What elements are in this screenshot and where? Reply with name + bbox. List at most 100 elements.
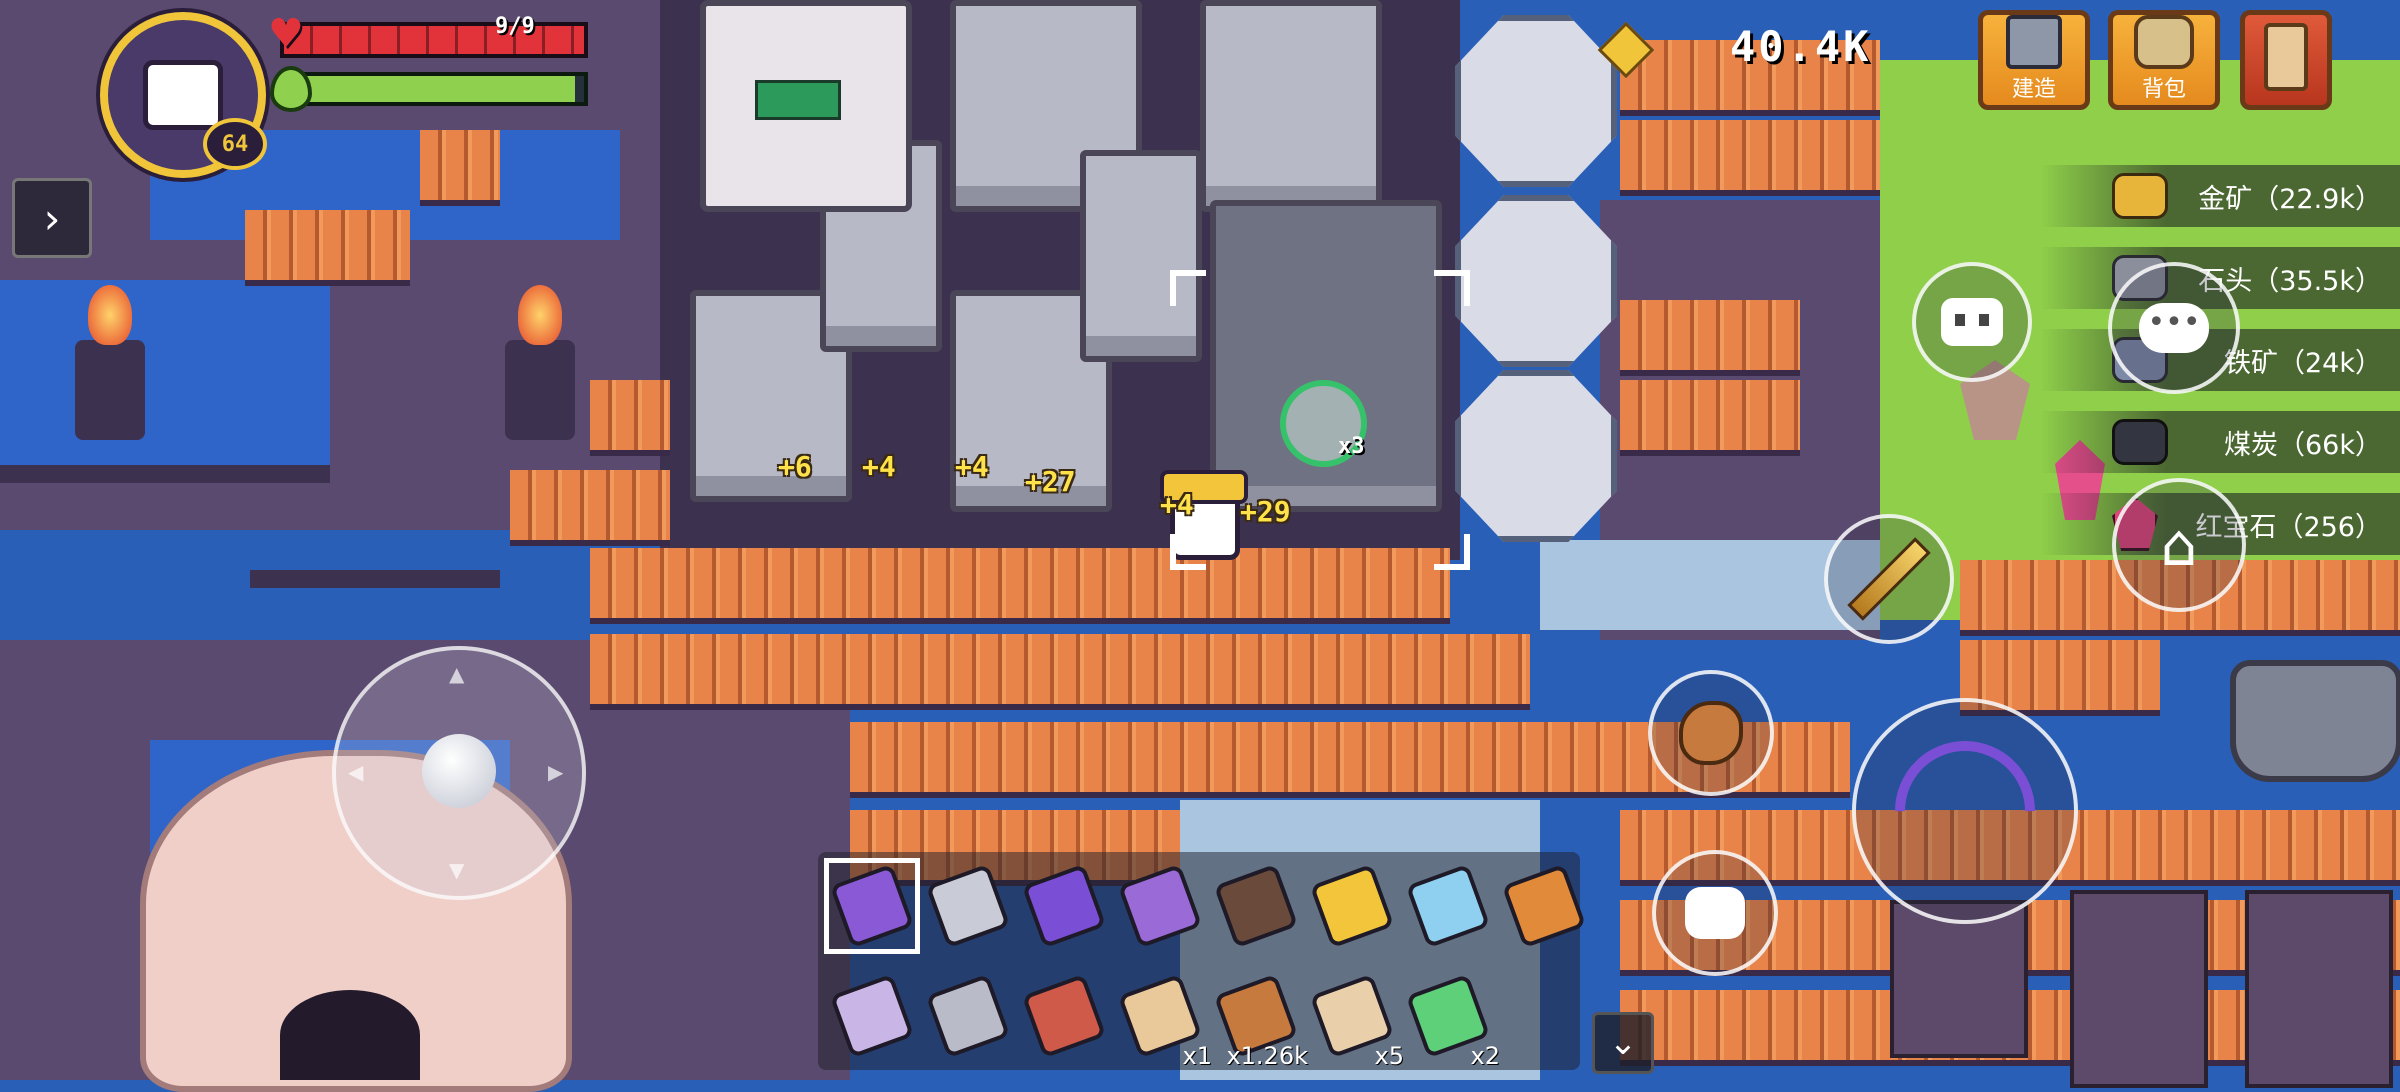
torch-flame <box>518 285 562 345</box>
joystick-arrow-right-icon: ▶ <box>548 760 564 784</box>
joystick-arrow-down-icon: ▼ <box>449 858 465 882</box>
generator-display <box>755 80 841 120</box>
hotbar-slot[interactable] <box>1496 858 1592 954</box>
gold-ore-icon <box>2112 173 2168 219</box>
ice-staff-icon <box>1405 863 1491 949</box>
storage-shelf <box>2070 890 2208 1088</box>
energy-drop-icon <box>270 66 312 112</box>
plank-bridge <box>420 130 500 206</box>
shovel-icon <box>925 863 1011 949</box>
resource-label: 金矿（22.9k） <box>2198 183 2382 215</box>
hotbar-slot[interactable] <box>920 858 1016 954</box>
plank-bridge <box>510 470 670 546</box>
joystick-arrow-up-icon: ▲ <box>449 662 465 686</box>
currency-amount: 40.4K <box>1730 22 1872 71</box>
marker-count: x3 <box>1338 434 1365 459</box>
resource-gain-popup: +4 <box>862 450 896 483</box>
sword-icon <box>1309 863 1395 949</box>
resource-gain-popup: +27 <box>1025 465 1076 498</box>
fishing-rod-icon <box>1021 973 1107 1059</box>
bow-icon <box>1117 863 1203 949</box>
stone-ledge <box>250 570 500 588</box>
hotbar-slot[interactable]: x2 <box>1400 968 1500 1070</box>
resource-row-coal[interactable]: 煤炭（66k） <box>2040 411 2400 473</box>
build-hammer-icon <box>2006 15 2062 69</box>
pickaxe-icon <box>829 863 915 949</box>
quest-scroll-button[interactable] <box>2240 10 2332 110</box>
hotbar-slot-count: x1.26k <box>1226 1042 1308 1070</box>
chat-button[interactable]: ••• <box>2108 262 2240 394</box>
avatar-face <box>143 60 223 130</box>
plank-bridge <box>590 634 1530 710</box>
heart-icon: ♥ <box>268 11 304 57</box>
resource-label: 铁矿（24k） <box>2224 347 2382 379</box>
hotbar: x1 x1.26k x5 x2 <box>818 852 1587 1070</box>
resource-gain-popup: +6 <box>778 450 812 483</box>
home-cancel-button[interactable]: ⌂ <box>2112 478 2246 612</box>
meat-icon <box>1679 701 1743 765</box>
stone-ledge <box>0 465 330 483</box>
hotbar-slot[interactable]: x1 <box>1112 968 1212 1070</box>
hotbar-slot[interactable] <box>1400 858 1496 954</box>
hotbar-slot[interactable] <box>1016 858 1112 954</box>
plank-bridge <box>1620 300 1800 376</box>
hotbar-slot[interactable] <box>1208 858 1304 954</box>
hotbar-slot[interactable] <box>1112 858 1208 954</box>
resource-label: 煤炭（66k） <box>2224 429 2382 461</box>
side-panel-toggle[interactable]: › <box>12 178 92 258</box>
eat-food-button[interactable] <box>1648 670 1774 796</box>
health-text: 9/9 <box>495 14 535 39</box>
energy-bar <box>285 72 588 106</box>
resource-gain-popup: +29 <box>1240 495 1291 528</box>
attack-button[interactable] <box>1852 698 2078 924</box>
backpack-button-label: 背包 <box>2141 77 2186 102</box>
robot-helper-button[interactable] <box>1912 262 2032 382</box>
health-bar <box>280 22 588 58</box>
hotbar-slot-count: x2 <box>1470 1042 1500 1070</box>
crossbow-icon <box>1021 863 1107 949</box>
resource-gain-popup: +4 <box>955 450 989 483</box>
plank-bridge <box>1620 380 1800 456</box>
resource-row-gold[interactable]: 金矿（22.9k） <box>2040 165 2400 227</box>
weapon-swap-button[interactable] <box>1824 514 1954 644</box>
plank-bridge <box>245 210 410 286</box>
hotbar-slot[interactable]: x5 <box>1304 968 1404 1070</box>
storage-tank <box>1455 15 1617 187</box>
joystick-knob[interactable] <box>422 734 496 808</box>
energy-bar-fill <box>289 76 576 102</box>
water-channel <box>0 280 330 470</box>
hotbar-slot[interactable] <box>1304 858 1400 954</box>
coal-icon <box>2112 419 2168 465</box>
furnace-building <box>1200 0 1382 212</box>
robot-icon <box>1941 298 2003 346</box>
virtual-joystick[interactable]: ▲ ▼ ◀ ▶ <box>332 646 586 900</box>
hammer-icon <box>925 973 1011 1059</box>
scroll-quest-icon <box>2264 23 2308 91</box>
golden-sword-icon <box>1847 537 1931 621</box>
dodge-roll-icon <box>1685 887 1745 939</box>
joystick-arrow-left-icon: ◀ <box>348 760 364 784</box>
chat-bubble-icon: ••• <box>2139 303 2209 353</box>
build-button[interactable]: 建造 <box>1978 10 2090 110</box>
crossbow-attack-icon <box>1866 712 2064 910</box>
player-level-badge: 64 <box>203 118 267 170</box>
resource-gain-popup: +4 <box>1160 488 1194 521</box>
spear-icon <box>1501 863 1587 949</box>
home-cancel-icon: ⌂ <box>2160 511 2198 579</box>
hotbar-slot[interactable] <box>920 968 1016 1064</box>
hotbar-slot-selected[interactable] <box>824 858 920 954</box>
torch-flame <box>88 285 132 345</box>
backpack-icon <box>2134 15 2194 69</box>
skull-tower-door <box>280 990 420 1080</box>
health-bar-fill <box>284 26 584 54</box>
rod-icon <box>1213 863 1299 949</box>
hotbar-slot[interactable] <box>1016 968 1112 1064</box>
backpack-button[interactable]: 背包 <box>2108 10 2220 110</box>
cooking-pot <box>2230 660 2400 782</box>
build-button-label: 建造 <box>2011 77 2056 102</box>
dodge-roll-button[interactable] <box>1652 850 1778 976</box>
hotbar-slot[interactable] <box>824 968 920 1064</box>
hotbar-slot[interactable]: x1.26k <box>1208 968 1308 1070</box>
torch-pillar <box>505 340 575 440</box>
hotbar-expand-button[interactable]: ⌄ <box>1592 1012 1654 1074</box>
